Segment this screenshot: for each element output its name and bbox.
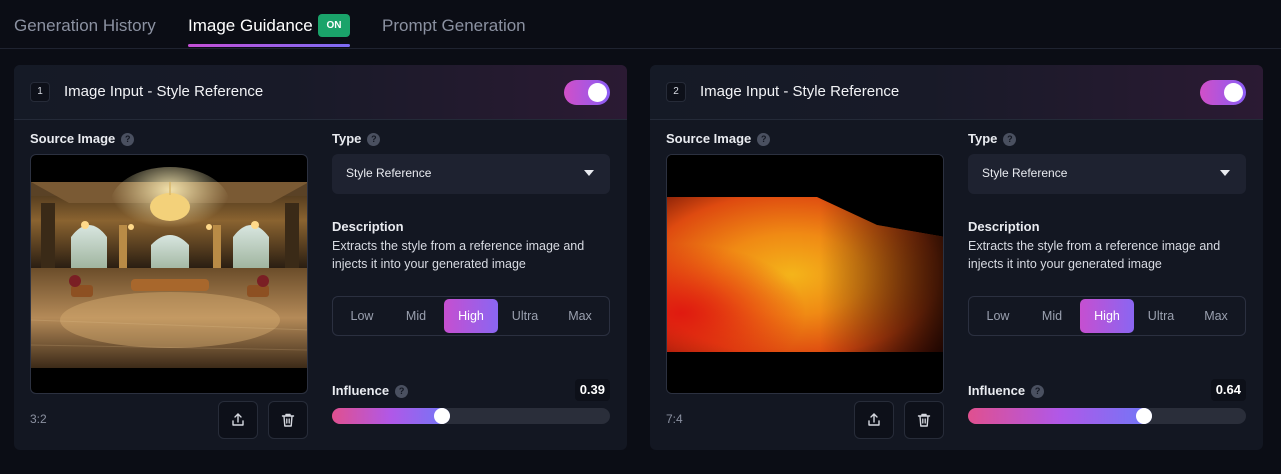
caret-down-icon (1220, 170, 1230, 176)
description-label: Description (332, 219, 404, 234)
strength-option-ultra[interactable]: Ultra (498, 299, 552, 333)
image-input-card-2: 2 Image Input - Style Reference Source I… (650, 65, 1263, 450)
delete-button[interactable] (268, 401, 308, 439)
strength-option-high[interactable]: High (1080, 299, 1134, 333)
tab-image-guidance[interactable]: Image Guidance (188, 16, 313, 36)
aspect-ratio-label: 7:4 (666, 412, 683, 426)
card-header: 1 Image Input - Style Reference (14, 65, 627, 120)
enable-toggle[interactable] (1200, 80, 1246, 105)
type-select[interactable]: Style Reference (968, 154, 1246, 194)
trash-icon (917, 413, 931, 427)
strength-option-mid[interactable]: Mid (1025, 299, 1079, 333)
upload-button[interactable] (854, 401, 894, 439)
help-icon[interactable]: ? (1003, 133, 1017, 146)
influence-value: 0.64 (1210, 379, 1246, 401)
card-title: Image Input - Style Reference (700, 83, 900, 100)
strength-option-max[interactable]: Max (553, 299, 607, 333)
strength-option-mid[interactable]: Mid (389, 299, 443, 333)
card-number-badge: 2 (666, 82, 686, 102)
help-icon[interactable]: ? (757, 133, 771, 146)
upload-button[interactable] (218, 401, 258, 439)
tab-prompt-generation[interactable]: Prompt Generation (382, 16, 526, 36)
strength-option-low[interactable]: Low (971, 299, 1025, 333)
upload-icon (232, 413, 244, 426)
type-label: Type? (332, 131, 381, 146)
active-tab-indicator (188, 44, 350, 47)
enable-toggle[interactable] (564, 80, 610, 105)
type-select[interactable]: Style Reference (332, 154, 610, 194)
help-icon[interactable]: ? (1031, 385, 1045, 398)
tab-generation-history[interactable]: Generation History (14, 16, 156, 36)
status-badge-on: ON (318, 14, 350, 37)
toggle-knob (588, 83, 607, 102)
strength-option-max[interactable]: Max (1189, 299, 1243, 333)
type-select-value: Style Reference (346, 166, 432, 180)
strength-option-high[interactable]: High (444, 299, 498, 333)
aspect-ratio-label: 3:2 (30, 412, 47, 426)
influence-slider[interactable] (968, 408, 1246, 424)
help-icon[interactable]: ? (121, 133, 135, 146)
help-icon[interactable]: ? (367, 133, 381, 146)
description-label: Description (968, 219, 1040, 234)
image-input-card-1: 1 Image Input - Style Reference Source I… (14, 65, 627, 450)
influence-slider[interactable] (332, 408, 610, 424)
strength-selector: Low Mid High Ultra Max (332, 296, 610, 336)
type-select-value: Style Reference (982, 166, 1068, 180)
description-text: Extracts the style from a reference imag… (968, 239, 1221, 271)
card-title: Image Input - Style Reference (64, 83, 264, 100)
slider-fill (968, 408, 1152, 424)
type-label: Type? (968, 131, 1017, 146)
influence-label: Influence? (968, 383, 1045, 398)
influence-label: Influence? (332, 383, 409, 398)
ballroom-image (31, 167, 307, 368)
source-image-label: Source Image? (666, 131, 771, 146)
delete-button[interactable] (904, 401, 944, 439)
slider-thumb[interactable] (434, 408, 451, 424)
gradient-image (667, 155, 943, 393)
card-number-badge: 1 (30, 82, 50, 102)
upload-icon (868, 413, 880, 426)
tab-bar: Generation History Image Guidance ON Pro… (0, 0, 1281, 49)
card-header: 2 Image Input - Style Reference (650, 65, 1263, 120)
strength-option-low[interactable]: Low (335, 299, 389, 333)
source-image-preview[interactable] (30, 154, 308, 394)
caret-down-icon (584, 170, 594, 176)
influence-value: 0.39 (574, 379, 610, 401)
strength-selector: Low Mid High Ultra Max (968, 296, 1246, 336)
trash-icon (281, 413, 295, 427)
help-icon[interactable]: ? (395, 385, 409, 398)
slider-thumb[interactable] (1135, 408, 1152, 424)
slider-fill (332, 408, 451, 424)
description-text: Extracts the style from a reference imag… (332, 239, 585, 271)
source-image-label: Source Image? (30, 131, 135, 146)
toggle-knob (1224, 83, 1243, 102)
source-image-preview[interactable] (666, 154, 944, 394)
strength-option-ultra[interactable]: Ultra (1134, 299, 1188, 333)
